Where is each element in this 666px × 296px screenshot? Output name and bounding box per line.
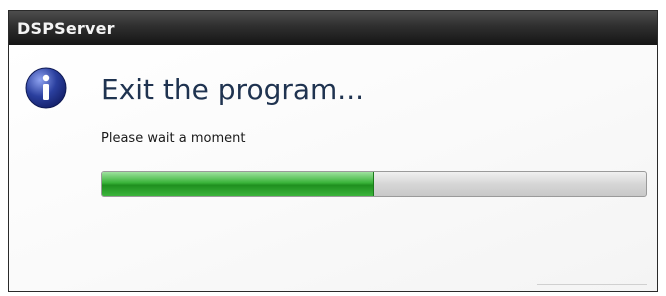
progress-bar bbox=[101, 171, 647, 197]
dialog-headline: Exit the program... bbox=[101, 73, 364, 106]
window-title: DSPServer bbox=[17, 18, 115, 38]
progress-bar-fill bbox=[102, 172, 374, 196]
dialog-message: Please wait a moment bbox=[101, 131, 246, 146]
title-bar[interactable]: DSPServer bbox=[9, 11, 657, 45]
info-icon bbox=[25, 67, 67, 109]
footer-divider bbox=[537, 284, 647, 285]
dialog-window: DSPServer Exit the program... Please wai… bbox=[8, 10, 658, 292]
dialog-body: Exit the program... Please wait a moment bbox=[9, 45, 657, 291]
